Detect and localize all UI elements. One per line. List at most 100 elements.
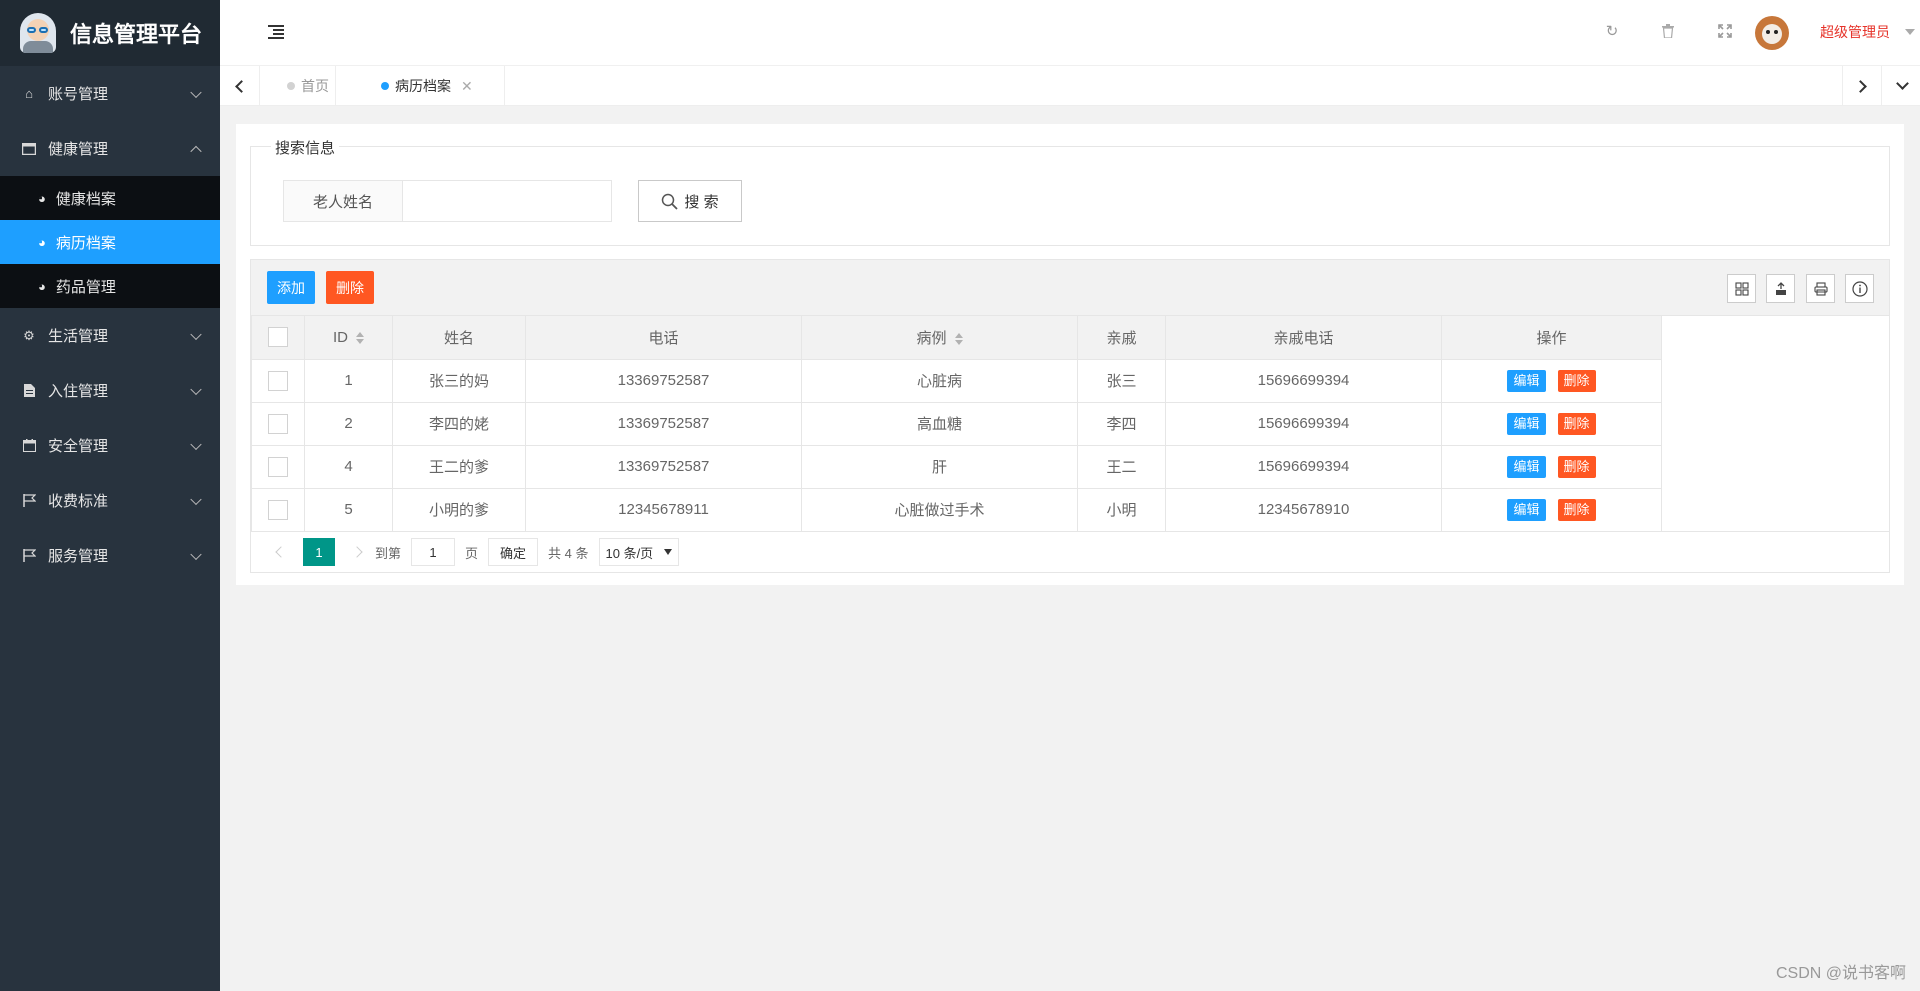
add-button[interactable]: 添加: [267, 271, 315, 304]
cell-case: 心脏病: [801, 358, 1078, 403]
cell-case: 肝: [801, 444, 1078, 489]
delete-button[interactable]: 删除: [326, 271, 374, 304]
close-icon[interactable]: ✕: [461, 78, 473, 95]
sort-icon[interactable]: [356, 331, 364, 344]
cell-actions: 编辑 删除: [1441, 487, 1662, 532]
row-delete-button[interactable]: 删除: [1557, 455, 1596, 478]
search-button[interactable]: 搜 索: [638, 180, 742, 222]
fullscreen-icon[interactable]: [1716, 22, 1734, 40]
chevron-down-icon: [190, 383, 202, 395]
cell-actions: 编辑 删除: [1441, 401, 1662, 446]
cell-actions: 编辑 删除: [1441, 358, 1662, 403]
row-delete-button[interactable]: 删除: [1557, 412, 1596, 435]
search-button-label: 搜 索: [684, 193, 719, 211]
cell-phone: 13369752587: [525, 444, 802, 489]
chevron-down-icon: [190, 86, 202, 98]
logo-icon: [20, 13, 56, 53]
edit-button[interactable]: 编辑: [1507, 369, 1546, 392]
columns-icon[interactable]: [1727, 274, 1756, 303]
goto-page-input[interactable]: 1: [411, 538, 456, 566]
row-delete-button[interactable]: 删除: [1557, 498, 1596, 521]
cell-case: 高血糖: [801, 401, 1078, 446]
current-page[interactable]: 1: [303, 538, 335, 566]
tab-medical-records[interactable]: 病历档案 ✕: [365, 66, 505, 106]
prev-page-icon[interactable]: [275, 546, 287, 558]
sidebar-item-security[interactable]: 安全管理: [0, 418, 220, 473]
sidebar-item-checkin[interactable]: 入住管理: [0, 363, 220, 418]
sidebar-item-fees[interactable]: 收费标准: [0, 473, 220, 528]
sort-icon[interactable]: [954, 332, 963, 345]
row-checkbox[interactable]: [268, 499, 288, 520]
sidebar-item-account[interactable]: ⌂ 账号管理: [0, 66, 220, 121]
column-header[interactable]: 病例: [801, 316, 1078, 360]
sidebar-item-health[interactable]: 健康管理: [0, 121, 220, 176]
pagination: 1 到第 1 页 确定 共 4 条 10 条/页: [251, 532, 1889, 572]
cell-name: 王二的爹: [392, 444, 526, 489]
goto-confirm-button[interactable]: 确定: [488, 538, 539, 566]
print-icon[interactable]: [1806, 274, 1835, 303]
sidebar-item-medical-records[interactable]: ◕ 病历档案: [0, 220, 220, 264]
page-size-select[interactable]: 10 条/页: [598, 538, 679, 566]
tab-options[interactable]: [1882, 66, 1920, 106]
dashboard-icon: ◕: [38, 190, 46, 206]
refresh-icon[interactable]: ↻: [1603, 22, 1621, 40]
sidebar-item-label: 药品管理: [55, 278, 116, 296]
column-header[interactable]: ID: [304, 316, 393, 360]
tab-bar: 首页 病历档案 ✕: [220, 66, 1920, 106]
chevron-left-icon: [235, 79, 248, 93]
row-checkbox[interactable]: [268, 413, 288, 434]
app-title: 信息管理平台: [70, 22, 203, 47]
sidebar-item-label: 健康档案: [55, 190, 116, 208]
row-delete-button[interactable]: 删除: [1557, 369, 1596, 392]
next-page-icon[interactable]: [351, 546, 363, 558]
table-row: 2 李四的姥 13369752587 高血糖 李四 15696699394 编辑…: [251, 401, 1662, 446]
avatar[interactable]: [1755, 16, 1789, 50]
row-checkbox[interactable]: [268, 370, 288, 391]
sidebar-item-label: 账号管理: [48, 86, 109, 103]
select-all-checkbox[interactable]: [268, 327, 288, 348]
export-icon[interactable]: [1766, 274, 1795, 303]
sidebar-item-medicine[interactable]: ◕ 药品管理: [0, 264, 220, 308]
chevron-down-icon: [190, 328, 202, 340]
page-unit-label: 页: [465, 545, 479, 561]
chevron-down-icon: [190, 438, 202, 450]
cell-relative: 张三: [1077, 358, 1166, 403]
tab-scroll-left[interactable]: [220, 66, 260, 106]
top-header: ↻ 超级管理员: [220, 0, 1920, 66]
search-icon: [662, 193, 679, 210]
info-icon[interactable]: [1845, 274, 1874, 303]
sidebar-item-services[interactable]: 服务管理: [0, 528, 220, 583]
tab-scroll-right[interactable]: [1842, 66, 1882, 106]
column-header: 电话: [525, 316, 802, 360]
cell-name: 李四的姥: [392, 401, 526, 446]
search-legend: 搜索信息: [271, 137, 340, 158]
cell-id: 1: [304, 358, 393, 403]
gears-icon: ⚙: [23, 327, 35, 343]
tab-home[interactable]: 首页: [260, 66, 336, 106]
sidebar-item-label: 收费标准: [48, 493, 109, 510]
user-menu[interactable]: 超级管理员: [1820, 22, 1890, 42]
table-toolbar: 添加 删除: [251, 260, 1889, 316]
menu-toggle-icon[interactable]: [268, 25, 284, 39]
sidebar-item-health-records[interactable]: ◕ 健康档案: [0, 176, 220, 220]
cell-phone: 13369752587: [525, 358, 802, 403]
edit-button[interactable]: 编辑: [1507, 455, 1546, 478]
sidebar-item-life[interactable]: ⚙ 生活管理: [0, 308, 220, 363]
trash-icon[interactable]: [1659, 22, 1677, 40]
data-table-panel: 添加 删除 ID 姓名 电话 病例 亲戚 亲戚电话 操作 1 张三的妈 1336…: [250, 259, 1890, 573]
cell-name: 小明的爹: [392, 487, 526, 532]
edit-button[interactable]: 编辑: [1507, 498, 1546, 521]
row-checkbox[interactable]: [268, 456, 288, 477]
elder-name-input[interactable]: [402, 180, 612, 222]
tab-dot: [287, 82, 295, 90]
sidebar-item-label: 生活管理: [48, 328, 109, 345]
chevron-right-icon: [1853, 79, 1867, 93]
chevron-down-icon: [1895, 77, 1909, 90]
select-all-cell[interactable]: [251, 316, 305, 360]
search-panel: 搜索信息 老人姓名 搜 索: [250, 137, 1890, 246]
page-size-value: 10 条/页: [605, 545, 654, 561]
flag-icon: [22, 494, 36, 508]
caret-down-icon[interactable]: [1905, 29, 1915, 35]
edit-button[interactable]: 编辑: [1507, 412, 1546, 435]
chevron-down-icon: [190, 493, 202, 505]
